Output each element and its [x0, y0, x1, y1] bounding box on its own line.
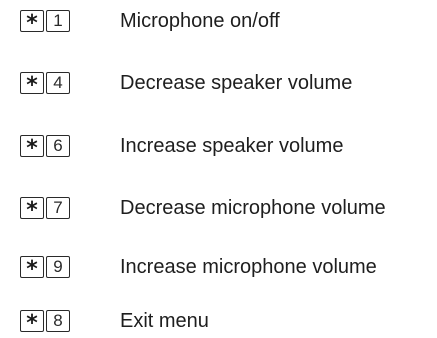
digit-key: 1	[46, 10, 70, 32]
key-combination: * 7	[20, 197, 120, 222]
star-key-icon: *	[20, 310, 44, 335]
key-combination: * 1	[20, 10, 120, 35]
star-key-icon: *	[20, 256, 44, 281]
shortcut-row-decrease-speaker: * 4 Decrease speaker volume	[20, 71, 353, 97]
shortcut-label: Microphone on/off	[120, 9, 280, 32]
digit-key: 9	[46, 256, 70, 278]
shortcut-label: Increase microphone volume	[120, 255, 377, 278]
shortcut-label: Exit menu	[120, 309, 209, 332]
star-key-icon: *	[20, 10, 44, 35]
shortcut-row-decrease-microphone: * 7 Decrease microphone volume	[20, 196, 386, 222]
star-key-icon: *	[20, 197, 44, 222]
digit-key: 6	[46, 135, 70, 157]
shortcut-row-exit-menu: * 8 Exit menu	[20, 309, 209, 335]
digit-key: 7	[46, 197, 70, 219]
shortcut-row-increase-microphone: * 9 Increase microphone volume	[20, 255, 377, 281]
shortcut-row-microphone-toggle: * 1 Microphone on/off	[20, 9, 280, 35]
shortcut-list: * 1 Microphone on/off * 4 Decrease speak…	[0, 0, 437, 338]
shortcut-label: Decrease speaker volume	[120, 71, 353, 94]
key-combination: * 9	[20, 256, 120, 281]
star-key-icon: *	[20, 72, 44, 97]
key-combination: * 4	[20, 72, 120, 97]
digit-key: 4	[46, 72, 70, 94]
digit-key: 8	[46, 310, 70, 332]
star-key-icon: *	[20, 135, 44, 160]
key-combination: * 8	[20, 310, 120, 335]
key-combination: * 6	[20, 135, 120, 160]
shortcut-label: Decrease microphone volume	[120, 196, 386, 219]
shortcut-row-increase-speaker: * 6 Increase speaker volume	[20, 134, 344, 160]
shortcut-label: Increase speaker volume	[120, 134, 344, 157]
